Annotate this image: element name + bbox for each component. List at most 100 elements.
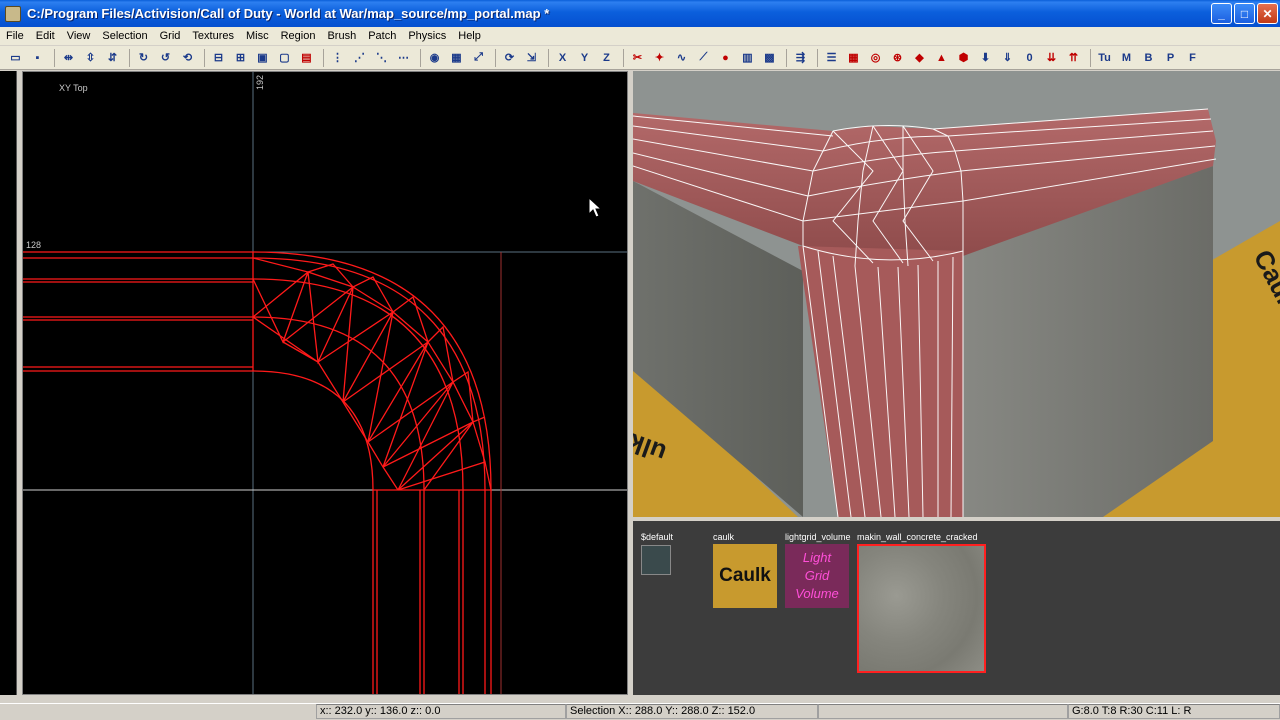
rotate-y-button[interactable]: ↺ bbox=[156, 48, 175, 67]
flip-z-button[interactable]: ⇵ bbox=[103, 48, 122, 67]
filter-icon: ⇶ bbox=[795, 52, 806, 64]
csg-merge-button[interactable]: ⊞ bbox=[231, 48, 250, 67]
z-ruler-strip[interactable] bbox=[0, 71, 17, 695]
toolbar-separator bbox=[129, 48, 130, 67]
menu-brush[interactable]: Brush bbox=[321, 27, 362, 45]
view-y-button[interactable]: Y bbox=[575, 48, 594, 67]
minimize-button[interactable]: _ bbox=[1211, 3, 1232, 24]
move-down-green-button[interactable]: ⇓ bbox=[998, 48, 1017, 67]
make-room-icon: ▢ bbox=[279, 52, 290, 64]
p-button[interactable]: P bbox=[1161, 48, 1180, 67]
menu-patch[interactable]: Patch bbox=[362, 27, 402, 45]
toolbar-separator bbox=[786, 48, 787, 67]
m-icon: M bbox=[1121, 51, 1132, 64]
menu-physics[interactable]: Physics bbox=[402, 27, 452, 45]
texture-name: lightgrid_volume bbox=[785, 532, 851, 542]
rotate-y-icon: ↺ bbox=[160, 52, 171, 64]
b-button[interactable]: B bbox=[1139, 48, 1158, 67]
patch-icon: ✦ bbox=[654, 52, 665, 64]
p-icon: P bbox=[1166, 51, 1175, 64]
texture-button[interactable]: ▦ bbox=[447, 48, 466, 67]
select-partial-button[interactable]: ⋱ bbox=[372, 48, 391, 67]
texture-concrete-cracked[interactable]: makin_wall_concrete_cracked bbox=[857, 532, 986, 673]
maximize-icon: □ bbox=[1240, 6, 1249, 21]
rotate-x-button[interactable]: ↻ bbox=[134, 48, 153, 67]
scale-icon: ⤢ bbox=[474, 51, 483, 63]
f-icon: F bbox=[1189, 51, 1196, 64]
delete-button[interactable]: ◆ bbox=[910, 48, 929, 67]
texture-caulk[interactable]: caulk Caulk bbox=[713, 532, 777, 608]
select-touching-icon: ⋰ bbox=[354, 52, 365, 64]
sort-down-icon: ⇊ bbox=[1046, 52, 1057, 64]
menu-region[interactable]: Region bbox=[275, 27, 322, 45]
select-inside-button[interactable]: ⋮ bbox=[328, 48, 347, 67]
view-z-button[interactable]: Z bbox=[597, 48, 616, 67]
m-button[interactable]: M bbox=[1117, 48, 1136, 67]
title-bar[interactable]: C:/Program Files/Activision/Call of Duty… bbox=[0, 0, 1280, 27]
zero-button[interactable]: 0 bbox=[1020, 48, 1039, 67]
rotate-z-button[interactable]: ⟲ bbox=[178, 48, 197, 67]
select-complete-button[interactable]: ⋯ bbox=[394, 48, 413, 67]
curve-button[interactable]: ∿ bbox=[672, 48, 691, 67]
layers-button[interactable]: ☰ bbox=[822, 48, 841, 67]
maximize-button[interactable]: □ bbox=[1234, 3, 1255, 24]
app-icon[interactable] bbox=[5, 5, 21, 22]
grid-toggle-button[interactable]: ▦ bbox=[844, 48, 863, 67]
xy-top-viewport[interactable]: XY Top 192 128 bbox=[22, 71, 628, 695]
menu-file[interactable]: File bbox=[0, 27, 30, 45]
select-touching-button[interactable]: ⋰ bbox=[350, 48, 369, 67]
stop-button[interactable]: ⊛ bbox=[888, 48, 907, 67]
status-spacer bbox=[0, 704, 316, 719]
flip-y-button[interactable]: ⇳ bbox=[81, 48, 100, 67]
vertex-button[interactable]: ⟋ bbox=[694, 48, 713, 67]
open-button[interactable]: ▭ bbox=[6, 48, 25, 67]
snap-button[interactable]: ◎ bbox=[866, 48, 885, 67]
menu-view[interactable]: View bbox=[61, 27, 97, 45]
rotate-x-icon: ↻ bbox=[138, 52, 149, 64]
camera-viewport[interactable]: Caulk Caulk Caulk ulk bbox=[633, 71, 1280, 517]
save-button[interactable]: ▪ bbox=[28, 48, 47, 67]
portal-button[interactable]: ⬢ bbox=[954, 48, 973, 67]
close-button[interactable]: ✕ bbox=[1257, 3, 1278, 24]
flip-x-icon: ⇹ bbox=[63, 52, 74, 64]
model-button[interactable]: ▩ bbox=[760, 48, 779, 67]
status-empty bbox=[818, 704, 1068, 719]
menu-selection[interactable]: Selection bbox=[96, 27, 153, 45]
texture-browser[interactable]: $default caulk Caulk lightgrid_volume Li… bbox=[633, 521, 1280, 695]
entity-button[interactable]: ▥ bbox=[738, 48, 757, 67]
nonsolid-button[interactable]: ▲ bbox=[932, 48, 951, 67]
view-x-button[interactable]: X bbox=[553, 48, 572, 67]
flip-x-button[interactable]: ⇹ bbox=[59, 48, 78, 67]
status-grid: G:8.0 T:8 R:30 C:11 L: R bbox=[1068, 704, 1280, 719]
select-complete-icon: ⋯ bbox=[398, 52, 409, 64]
menu-edit[interactable]: Edit bbox=[30, 27, 61, 45]
hollow-button[interactable]: ▣ bbox=[253, 48, 272, 67]
move-down-button[interactable]: ⬇ bbox=[976, 48, 995, 67]
f-button[interactable]: F bbox=[1183, 48, 1202, 67]
cut-brush-button[interactable]: ✂ bbox=[628, 48, 647, 67]
texture-name: makin_wall_concrete_cracked bbox=[857, 532, 978, 542]
menu-misc[interactable]: Misc bbox=[240, 27, 275, 45]
rotate-button[interactable]: ⟳ bbox=[500, 48, 519, 67]
sort-down-button[interactable]: ⇊ bbox=[1042, 48, 1061, 67]
patch-button[interactable]: ✦ bbox=[650, 48, 669, 67]
csg-subtract-button[interactable]: ⊟ bbox=[209, 48, 228, 67]
texture-lightgrid-volume[interactable]: lightgrid_volume Light Grid Volume bbox=[785, 532, 851, 608]
scissors-icon: ✂ bbox=[632, 52, 643, 64]
camera-button[interactable]: ◉ bbox=[425, 48, 444, 67]
make-room-button[interactable]: ▢ bbox=[275, 48, 294, 67]
scale-button[interactable]: ⤢ bbox=[469, 48, 488, 67]
tu-button[interactable]: Tu bbox=[1095, 48, 1114, 67]
texture-default[interactable]: $default bbox=[641, 532, 673, 575]
menu-help[interactable]: Help bbox=[452, 27, 487, 45]
menu-grid[interactable]: Grid bbox=[154, 27, 187, 45]
snap-icon: ◎ bbox=[870, 52, 881, 64]
menu-textures[interactable]: Textures bbox=[186, 27, 240, 45]
clipper-button[interactable]: ▤ bbox=[297, 48, 316, 67]
filter-button[interactable]: ⇶ bbox=[791, 48, 810, 67]
sort-up-button[interactable]: ⇈ bbox=[1064, 48, 1083, 67]
light-button[interactable]: ● bbox=[716, 48, 735, 67]
caption-line: Light bbox=[802, 550, 832, 565]
arrow-down-icon: ⬇ bbox=[980, 52, 991, 64]
drag-button[interactable]: ⇲ bbox=[522, 48, 541, 67]
